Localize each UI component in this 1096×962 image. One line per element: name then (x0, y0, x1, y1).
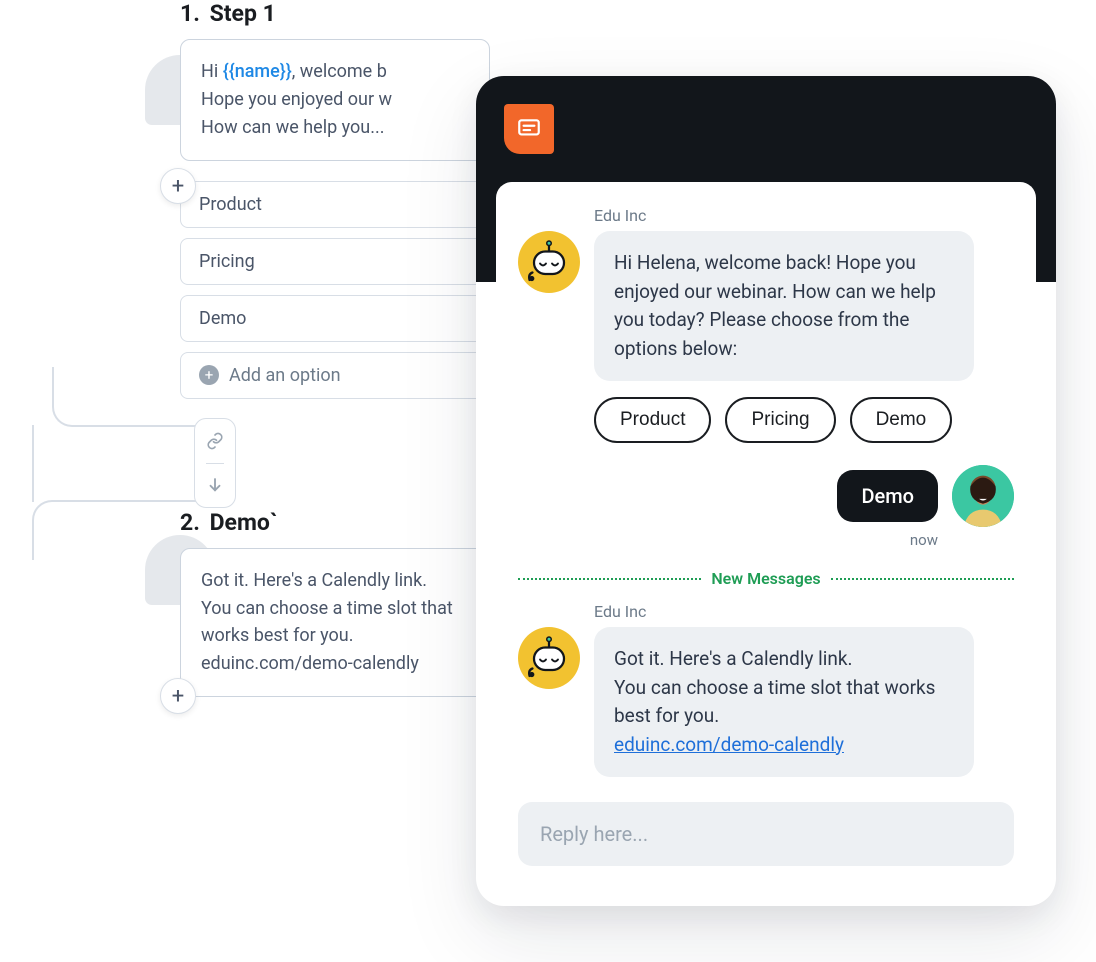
step-title: 2. Demo` (180, 509, 490, 536)
add-step-button[interactable]: + (160, 678, 196, 714)
robot-icon (525, 634, 573, 682)
chip-label: Demo (876, 409, 927, 430)
brand-logo (504, 104, 554, 154)
step-title: 1. Step 1 (180, 0, 490, 27)
step-index: 1. (180, 0, 200, 27)
new-messages-divider: New Messages (518, 569, 1014, 588)
option-label: Pricing (199, 251, 255, 272)
option-list: Product Pricing Demo + Add an option (180, 181, 490, 399)
step-name: Step 1 (210, 0, 276, 27)
user-avatar (952, 465, 1014, 527)
bot-bubble: Hi Helena, welcome back! Hope you enjoye… (594, 231, 974, 381)
bot-message-text: Hi Helena, welcome back! Hope you enjoye… (614, 251, 936, 360)
link-icon[interactable] (206, 419, 224, 464)
bot-message-text: Got it. Here's a Calendly link. (614, 647, 853, 670)
chat-icon (516, 116, 542, 142)
add-option-button[interactable]: + Add an option (180, 352, 490, 399)
user-message-text: Demo (861, 484, 914, 508)
arrow-down-icon[interactable] (206, 464, 224, 508)
flow-step-1: 1. Step 1 Hi {{name}}, welcome b Hope yo… (180, 0, 490, 399)
bot-message-row: Got it. Here's a Calendly link. You can … (518, 627, 1014, 777)
message-text: Got it. Here's a Calendly link. (201, 570, 427, 591)
message-timestamp: now (518, 531, 938, 549)
message-text: , welcome b (292, 61, 387, 82)
option-label: Demo (199, 308, 246, 329)
sender-name: Edu Inc (594, 206, 1014, 225)
step-message-card[interactable]: Got it. Here's a Calendly link. You can … (180, 548, 490, 698)
option-label: Product (199, 194, 262, 215)
add-step-button[interactable]: + (160, 168, 196, 204)
message-text: works best for you. (201, 625, 353, 646)
bot-avatar (518, 231, 580, 293)
bot-bubble: Got it. Here's a Calendly link. You can … (594, 627, 974, 777)
message-link: eduinc.com/demo-calendly (201, 653, 419, 674)
message-text: How can we help you... (201, 117, 384, 138)
user-bubble: Demo (837, 470, 938, 522)
template-variable: {{name}} (223, 61, 292, 82)
robot-icon (525, 238, 573, 286)
divider-line (518, 578, 701, 580)
bot-avatar (518, 627, 580, 689)
calendly-link[interactable]: eduinc.com/demo-calendly (614, 733, 844, 756)
option-item[interactable]: Demo (180, 295, 490, 342)
reply-input[interactable]: Reply here... (518, 802, 1014, 866)
sender-name: Edu Inc (594, 602, 1014, 621)
connector-line (32, 425, 34, 502)
connector-tool (194, 418, 236, 508)
message-text: Hope you enjoyed our w (201, 89, 392, 110)
chat-body: Edu Inc Hi Helena, welcome back! Hope yo… (496, 182, 1036, 886)
chip-pricing[interactable]: Pricing (725, 397, 835, 443)
message-text: Hi (201, 61, 223, 82)
chip-label: Product (620, 409, 685, 430)
step-message-card[interactable]: Hi {{name}}, welcome b Hope you enjoyed … (180, 39, 490, 161)
quick-reply-chips: Product Pricing Demo (594, 397, 1014, 443)
reply-placeholder: Reply here... (540, 822, 648, 846)
flow-builder: 1. Step 1 Hi {{name}}, welcome b Hope yo… (180, 0, 490, 697)
bot-message-row: Hi Helena, welcome back! Hope you enjoye… (518, 231, 1014, 381)
user-message-row: Demo (518, 465, 1014, 527)
option-item[interactable]: Pricing (180, 238, 490, 285)
connector-line (52, 367, 212, 427)
flow-step-2: 2. Demo` Got it. Here's a Calendly link.… (180, 509, 490, 698)
chip-product[interactable]: Product (594, 397, 711, 443)
divider-line (831, 578, 1014, 580)
person-icon (952, 465, 1014, 527)
chat-widget: Edu Inc Hi Helena, welcome back! Hope yo… (476, 76, 1056, 906)
option-item[interactable]: Product (180, 181, 490, 228)
bot-message-text: You can choose a time slot that works be… (614, 676, 935, 728)
step-name: Demo` (210, 509, 278, 536)
chip-label: Pricing (751, 409, 809, 430)
message-text: You can choose a time slot that (201, 598, 453, 619)
add-option-label: Add an option (229, 365, 341, 386)
chip-demo[interactable]: Demo (850, 397, 953, 443)
divider-label: New Messages (711, 569, 820, 588)
